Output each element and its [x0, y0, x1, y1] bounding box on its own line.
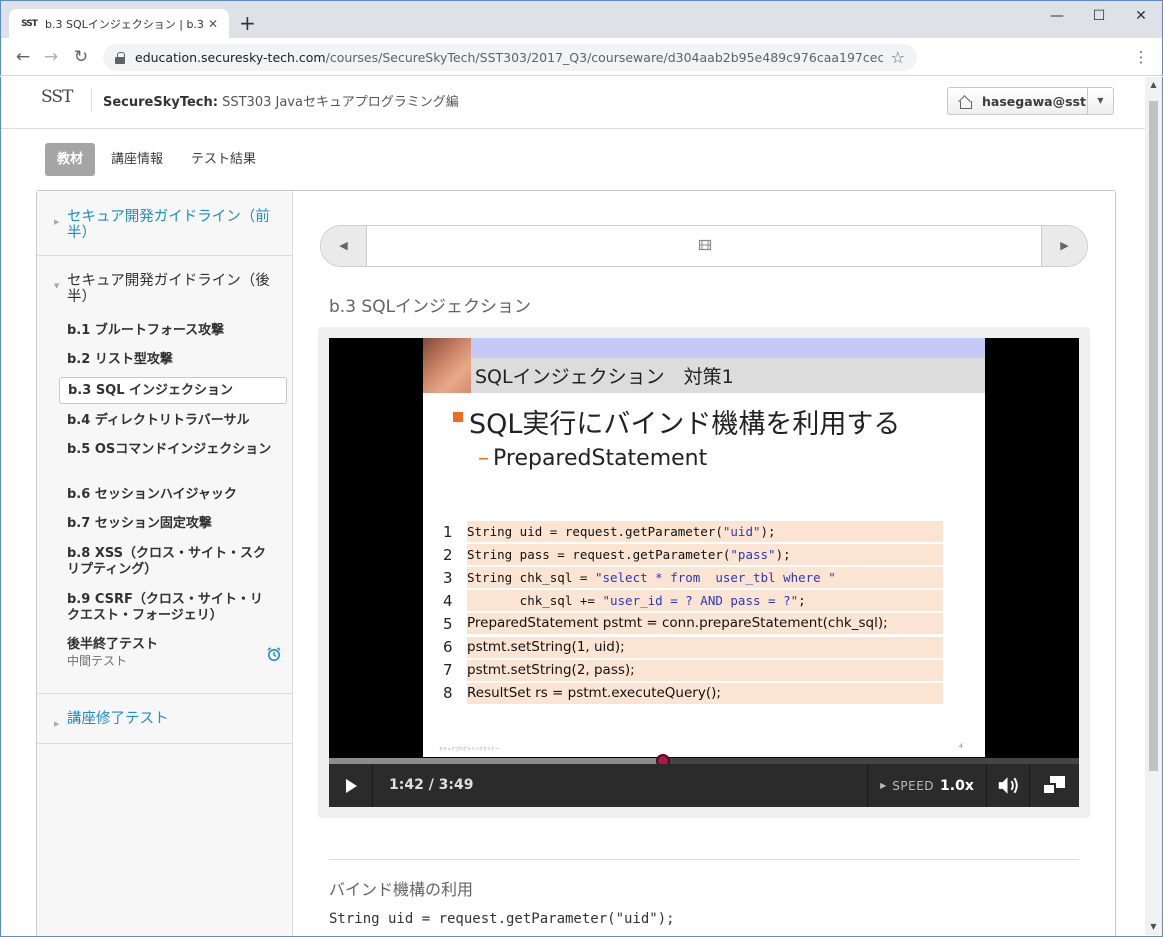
browser-toolbar: ← → ↻ education.securesky-tech.com/cours…	[0, 38, 1163, 76]
course-name: SecureSkyTech: SST303 Javaセキュアプログラミング編	[103, 95, 459, 110]
browser-tabstrip: SST b.3 SQLインジェクション | b.3 SQL イ ✕ + — ☐ …	[0, 0, 1163, 39]
lock-icon	[115, 51, 125, 64]
code-line: 2 String pass = request.getParameter("pa…	[443, 543, 943, 566]
play-button[interactable]	[329, 764, 373, 807]
address-bar[interactable]: education.securesky-tech.com/courses/Sec…	[103, 44, 917, 71]
test-note: 中間テスト	[67, 654, 128, 668]
user-dashboard-button[interactable]: hasegawa@sst	[948, 94, 1087, 109]
sidebar-section-guideline-second-half[interactable]: ▼ セキュア開発ガイドライン（後半）	[37, 273, 292, 305]
tab-course-info[interactable]: 講座情報	[99, 143, 175, 176]
content-code: String uid = request.getParameter("uid")…	[329, 911, 675, 927]
sidebar-item-directory-traversal[interactable]: b.4 ディレクトリトラバーサル	[67, 413, 275, 429]
slide-top-band	[471, 338, 985, 358]
video-time: 1:42 / 3:49	[389, 777, 474, 793]
video-player[interactable]: SQLインジェクション 対策1 SQL実行にバインド機構を利用する – Prep…	[329, 338, 1079, 807]
courseware-frame: ▶ セキュア開発ガイドライン（前半） ▼ セキュア開発ガイドライン（後半） b.…	[36, 190, 1116, 936]
slide-page-number: 4	[959, 743, 963, 750]
header-divider	[91, 89, 92, 111]
code-line: 7 pstmt.setString(2, pass);	[443, 659, 943, 682]
reload-icon[interactable]: ↻	[69, 44, 93, 70]
course-sidebar: ▶ セキュア開発ガイドライン（前半） ▼ セキュア開発ガイドライン（後半） b.…	[37, 191, 293, 936]
favicon-icon: SST	[21, 19, 38, 29]
minimize-button[interactable]: —	[1037, 5, 1077, 27]
sidebar-item-sql-injection[interactable]: b.3 SQL インジェクション	[59, 377, 287, 404]
content-divider	[329, 859, 1079, 860]
speed-caret-icon: ▶	[880, 781, 887, 790]
code-line: 3 String chk_sql = "select * from user_t…	[443, 566, 943, 589]
slide-dash: –	[478, 446, 489, 471]
new-tab-button[interactable]: +	[239, 13, 256, 33]
page-scrollbar[interactable]: ▲ ▼	[1145, 77, 1162, 935]
sidebar-item-session-hijack[interactable]: b.6 セッションハイジャック	[67, 487, 275, 503]
video-unit-icon[interactable]	[698, 238, 712, 252]
username: hasegawa@sst	[982, 93, 1086, 109]
url-text: education.securesky-tech.com/courses/Sec…	[135, 50, 883, 65]
chevron-down-icon: ▼	[54, 282, 60, 290]
sidebar-divider	[37, 693, 292, 694]
unit-title: b.3 SQLインジェクション	[329, 297, 532, 317]
home-icon	[958, 95, 972, 109]
back-arrow-icon[interactable]: ←	[11, 44, 35, 70]
forward-arrow-icon[interactable]: →	[39, 44, 63, 70]
chevron-right-icon: ▶	[54, 218, 60, 226]
code-line: 4 chk_sql += "user_id = ? AND pass = ?";	[443, 589, 943, 612]
sidebar-section-final-test[interactable]: ▶ 講座修了テスト	[37, 711, 292, 728]
slide-title: SQLインジェクション 対策1	[475, 366, 734, 388]
code-line: 5 PreparedStatement pstmt = conn.prepare…	[443, 612, 943, 635]
fullscreen-icon[interactable]	[1031, 764, 1079, 807]
browser-tab[interactable]: SST b.3 SQLインジェクション | b.3 SQL イ ✕	[9, 9, 229, 39]
tab-test-results[interactable]: テスト結果	[179, 143, 268, 176]
tab-close-icon[interactable]: ✕	[205, 17, 221, 31]
sequence-nav: ◀ ▶	[320, 225, 1088, 267]
sidebar-item-brute-force[interactable]: b.1 ブルートフォース攻撃	[67, 323, 275, 339]
sidebar-item-second-half-test[interactable]: 後半終了テスト 中間テスト	[67, 637, 275, 670]
sidebar-item-os-command-injection[interactable]: b.5 OSコマンドインジェクション	[67, 442, 275, 458]
code-line: 1 String uid = request.getParameter("uid…	[443, 520, 943, 543]
user-dropdown-caret-icon[interactable]: ▼	[1087, 88, 1113, 114]
sidebar-item-xss[interactable]: b.8 XSS（クロス・サイト・スクリプティング）	[67, 546, 275, 578]
sst-logo[interactable]: SST	[41, 87, 75, 113]
slide-code-block: 1 String uid = request.getParameter("uid…	[443, 520, 943, 705]
scroll-up-arrow-icon[interactable]: ▲	[1145, 77, 1162, 93]
page-viewport: SST SecureSkyTech: SST303 Javaセキュアプログラミン…	[0, 77, 1163, 937]
scrollbar-thumb[interactable]	[1149, 101, 1158, 771]
previous-unit-button[interactable]: ◀	[321, 226, 367, 266]
sidebar-divider	[37, 743, 292, 744]
maximize-button[interactable]: ☐	[1079, 5, 1119, 27]
sidebar-section-guideline-first-half[interactable]: ▶ セキュア開発ガイドライン（前半）	[37, 209, 292, 241]
slide-subheading: PreparedStatement	[493, 446, 708, 471]
speed-button[interactable]: ▶ SPEED 1.0x	[867, 764, 987, 807]
slide-heading: SQL実行にバインド機構を利用する	[469, 409, 901, 440]
content-heading: バインド機構の利用	[329, 880, 474, 899]
chevron-right-icon: ▶	[54, 720, 60, 728]
browser-menu-icon[interactable]: ⋮	[1133, 46, 1149, 68]
tab-courseware[interactable]: 教材	[45, 143, 96, 176]
tab-title: b.3 SQLインジェクション | b.3 SQL イ	[45, 18, 205, 31]
user-menu[interactable]: hasegawa@sst ▼	[947, 87, 1114, 115]
sidebar-divider	[37, 255, 292, 256]
code-line: 6 pstmt.setString(1, uid);	[443, 635, 943, 658]
sidebar-item-list-attack[interactable]: b.2 リスト型攻撃	[67, 352, 275, 368]
course-tabs: 教材 講座情報 テスト結果	[45, 143, 272, 176]
alarm-clock-icon	[267, 647, 281, 661]
close-window-button[interactable]: ✕	[1121, 5, 1161, 27]
site-header: SST SecureSkyTech: SST303 Javaセキュアプログラミン…	[1, 77, 1147, 129]
slide-footer: セキュアプログラミングセミナー	[439, 746, 499, 751]
volume-icon[interactable]	[988, 764, 1030, 807]
bookmark-star-icon[interactable]: ☆	[891, 48, 905, 67]
slide-photo	[423, 338, 471, 393]
slide-bullet-square	[453, 412, 463, 422]
sidebar-item-csrf[interactable]: b.9 CSRF（クロス・サイト・リクエスト・フォージェリ）	[67, 592, 275, 624]
video-frame-slide: SQLインジェクション 対策1 SQL実行にバインド機構を利用する – Prep…	[423, 338, 985, 757]
video-controls: 1:42 / 3:49 ▶ SPEED 1.0x	[329, 764, 1079, 807]
next-unit-button[interactable]: ▶	[1041, 226, 1087, 266]
video-container: SQLインジェクション 対策1 SQL実行にバインド機構を利用する – Prep…	[318, 327, 1090, 818]
scroll-down-arrow-icon[interactable]: ▼	[1145, 919, 1162, 935]
sidebar-item-session-fixation[interactable]: b.7 セッション固定攻撃	[67, 516, 275, 532]
code-line: 8 ResultSet rs = pstmt.executeQuery();	[443, 682, 943, 705]
